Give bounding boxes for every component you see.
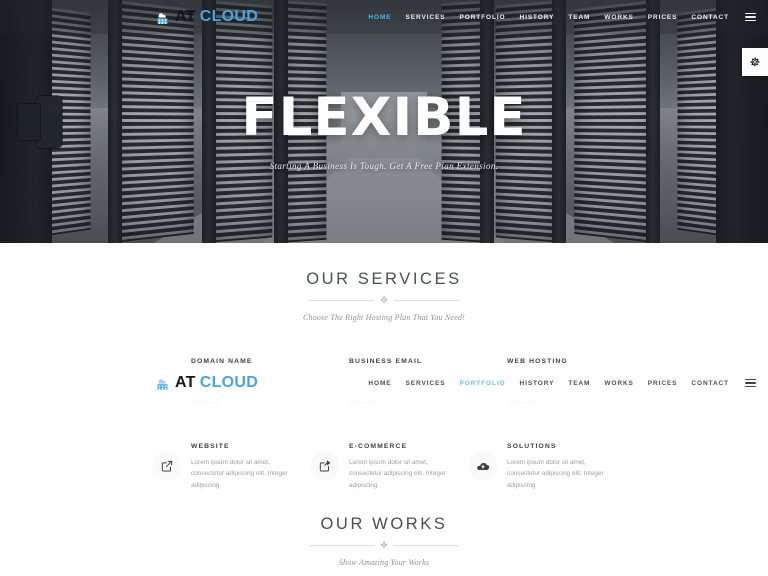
divider-line-left <box>309 300 375 301</box>
sticky-navigation-bar: AT CLOUD HOME SERVICES PORTFOLIO HISTORY … <box>0 365 768 401</box>
service-title: DOMAIN NAME <box>191 358 253 365</box>
works-header: OUR WORKS ✤ Show Amazing Your Works <box>0 515 768 567</box>
burger-line-3 <box>745 19 756 22</box>
service-body: WEBSITE Lorem ipsum dolor sit amet, cons… <box>191 442 298 493</box>
service-card-website[interactable]: WEBSITE Lorem ipsum dolor sit amet, cons… <box>152 442 300 493</box>
burger-line-2 <box>745 382 756 384</box>
service-title: E-COMMERCE <box>349 442 408 450</box>
cloud-building-logo-icon <box>157 378 168 390</box>
service-title: WEBSITE <box>191 442 230 450</box>
service-card-ecommerce[interactable]: E-COMMERCE Lorem ipsum dolor sit amet, c… <box>310 442 458 493</box>
services-subtitle: Choose The Right Hosting Plan That You N… <box>302 313 466 322</box>
share-arrow-icon <box>310 450 340 481</box>
sticky-nav-item-portfolio[interactable]: PORTFOLIO <box>453 380 513 387</box>
sticky-brand-wordmark: AT CLOUD <box>175 375 258 391</box>
sticky-nav-item-team[interactable]: TEAM <box>561 380 597 387</box>
service-body: E-COMMERCE Lorem ipsum dolor sit amet, c… <box>349 442 456 493</box>
services-divider: ✤ <box>309 295 460 305</box>
sticky-nav-links: HOME SERVICES PORTFOLIO HISTORY TEAM WOR… <box>361 380 736 387</box>
service-card-solutions[interactable]: SOLUTIONS Lorem ipsum dolor sit amet, co… <box>468 442 616 493</box>
nav-item-home[interactable]: HOME <box>361 14 398 21</box>
hero-section: FLEXIBLE Starting A Business Is Tough. G… <box>0 0 768 243</box>
service-description: Lorem ipsum dolor sit amet, consectetur … <box>191 458 288 490</box>
sticky-brand-name-at: AT <box>175 374 196 391</box>
nav-item-portfolio[interactable]: PORTFOLIO <box>453 14 513 21</box>
divider-line-right <box>393 545 460 546</box>
external-link-icon <box>152 450 182 481</box>
brand-name-cloud: CLOUD <box>199 8 259 25</box>
nav-item-team[interactable]: TEAM <box>561 14 597 21</box>
burger-line-1 <box>745 378 756 381</box>
brand-logo[interactable]: AT CLOUD <box>154 9 258 26</box>
sticky-nav-item-services[interactable]: SERVICES <box>399 380 453 387</box>
hero-content: FLEXIBLE Starting A Business Is Tough. G… <box>0 0 768 243</box>
burger-line-3 <box>745 385 756 388</box>
nav-item-history[interactable]: HISTORY <box>513 14 562 21</box>
divider-line-left <box>309 545 375 546</box>
sticky-nav-item-home[interactable]: HOME <box>361 380 398 387</box>
works-divider: ✤ <box>309 540 460 550</box>
services-title: OUR SERVICES <box>306 270 462 288</box>
main-navigation-bar: AT CLOUD HOME SERVICES PORTFOLIO HISTORY … <box>0 0 768 34</box>
service-description: Lorem ipsum dolor sit amet, consectetur … <box>349 458 446 490</box>
services-header: OUR SERVICES ✤ Choose The Right Hosting … <box>0 270 768 322</box>
sticky-brand-name-cloud: CLOUD <box>199 374 259 391</box>
settings-panel-toggle[interactable] <box>742 48 768 76</box>
divider-ornament-icon: ✤ <box>380 295 388 305</box>
service-title: WEB HOSTING <box>507 358 568 365</box>
brand-wordmark: AT CLOUD <box>175 9 258 25</box>
service-description: Lorem ipsum dolor sit amet, consectetur … <box>507 458 604 490</box>
sticky-nav-item-works[interactable]: WORKS <box>597 380 640 387</box>
sticky-brand-logo[interactable]: AT CLOUD <box>154 375 258 392</box>
sticky-nav-item-history[interactable]: HISTORY <box>513 380 562 387</box>
service-title: SOLUTIONS <box>507 442 557 450</box>
nav-item-prices[interactable]: PRICES <box>641 14 685 21</box>
divider-ornament-icon: ✤ <box>380 540 388 550</box>
nav-item-works[interactable]: WORKS <box>597 14 640 21</box>
nav-links: HOME SERVICES PORTFOLIO HISTORY TEAM WOR… <box>361 14 736 21</box>
works-title: OUR WORKS <box>320 515 448 533</box>
cloud-building-logo-icon <box>157 12 168 24</box>
nav-item-services[interactable]: SERVICES <box>399 14 453 21</box>
hero-title: FLEXIBLE <box>241 86 527 148</box>
gear-icon <box>750 57 760 67</box>
brand-name-at: AT <box>175 8 196 25</box>
burger-line-2 <box>745 16 756 18</box>
sticky-hamburger-menu-icon[interactable] <box>745 377 756 390</box>
burger-line-1 <box>745 12 756 15</box>
divider-line-right <box>393 300 460 301</box>
hamburger-menu-icon[interactable] <box>745 11 756 24</box>
works-section: OUR WORKS ✤ Show Amazing Your Works <box>0 515 768 567</box>
sticky-nav-item-contact[interactable]: CONTACT <box>684 380 736 387</box>
service-body: SOLUTIONS Lorem ipsum dolor sit amet, co… <box>507 442 614 493</box>
sticky-nav-item-prices[interactable]: PRICES <box>641 380 685 387</box>
nav-item-contact[interactable]: CONTACT <box>684 14 736 21</box>
cloud-upload-icon <box>468 450 498 481</box>
hero-subtitle: Starting A Business Is Tough. Get A Free… <box>269 160 499 171</box>
works-subtitle: Show Amazing Your Works <box>338 558 430 567</box>
service-title: BUSINESS EMAIL <box>349 358 423 365</box>
